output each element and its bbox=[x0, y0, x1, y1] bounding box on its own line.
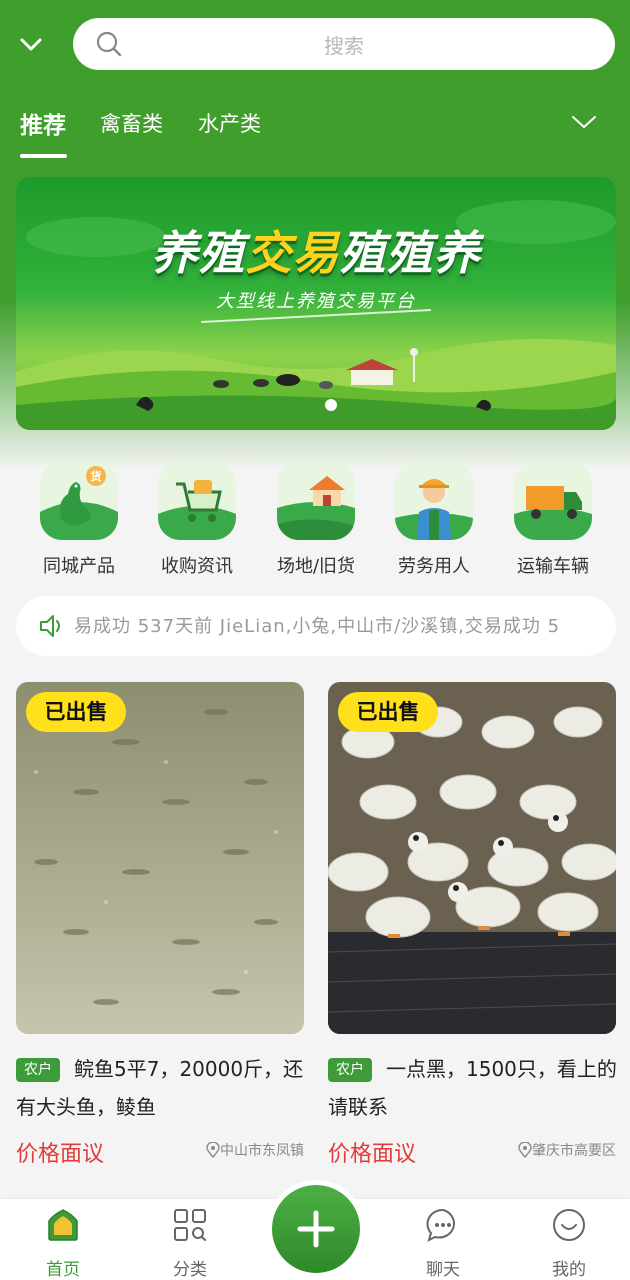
search-placeholder: 搜索 bbox=[324, 33, 364, 58]
goose-icon: 货 bbox=[40, 462, 118, 540]
quick-nav-label: 同城产品 bbox=[43, 556, 115, 577]
farmer-tag: 农户 bbox=[328, 1058, 372, 1082]
tab-aquatic[interactable]: 水产类 bbox=[198, 108, 261, 138]
promo-banner[interactable]: 养殖交易殖殖养 大型线上养殖交易平台 bbox=[16, 177, 616, 430]
nav-category[interactable]: 分类 bbox=[145, 1207, 235, 1280]
truck-icon bbox=[514, 462, 592, 540]
plus-icon bbox=[297, 1210, 335, 1248]
transaction-ticker[interactable]: 易成功 537天前 JieLian,小兔,中山市/沙溪镇,交易成功 5 bbox=[16, 596, 616, 656]
listing-card[interactable]: 已出售 农户 一点黑，1500只，看上的请联系 价格面议 肇庆市高要区 bbox=[328, 682, 617, 1172]
quick-nav-venue-secondhand[interactable]: 场地/旧货 bbox=[256, 462, 376, 578]
chevron-down-icon bbox=[20, 38, 42, 51]
nav-chat[interactable]: 聊天 bbox=[398, 1207, 488, 1280]
nav-label: 聊天 bbox=[426, 1260, 460, 1280]
location-pin-icon bbox=[518, 1142, 532, 1158]
search-icon bbox=[96, 31, 122, 57]
quick-nav-badge: 货 bbox=[90, 470, 102, 483]
nav-home[interactable]: 首页 bbox=[18, 1207, 108, 1280]
collapse-button[interactable] bbox=[14, 28, 48, 62]
sold-badge: 已出售 bbox=[338, 692, 438, 732]
chat-icon bbox=[426, 1208, 455, 1242]
quick-nav-local-products[interactable]: 货 同城产品 bbox=[19, 462, 139, 578]
category-tabs: 推荐 禽畜类 水产类 bbox=[0, 100, 630, 166]
speaker-icon bbox=[40, 615, 60, 637]
listing-card[interactable]: 已出售 农户 鲩鱼5平7，20000斤，还有大头鱼，鲮鱼 价格面议 中山市东凤镇 bbox=[16, 682, 304, 1172]
chevron-down-icon bbox=[572, 116, 596, 128]
publish-button[interactable] bbox=[272, 1185, 360, 1273]
tab-livestock[interactable]: 禽畜类 bbox=[100, 108, 163, 138]
farmer-tag: 农户 bbox=[16, 1058, 60, 1082]
nav-label: 我的 bbox=[552, 1260, 586, 1280]
carousel-indicator[interactable] bbox=[325, 399, 337, 411]
tabs-expand-button[interactable] bbox=[570, 108, 598, 136]
listing-title: 农户 鲩鱼5平7，20000斤，还有大头鱼，鲮鱼 bbox=[16, 1057, 304, 1119]
nav-profile[interactable]: 我的 bbox=[524, 1207, 614, 1280]
grid-icon bbox=[174, 1209, 206, 1241]
house-icon bbox=[277, 462, 355, 540]
banner-subtitle: 大型线上养殖交易平台 bbox=[216, 291, 416, 312]
quick-nav-label: 运输车辆 bbox=[517, 556, 589, 577]
quick-nav: 货 同城产品 收购资讯 场地/旧货 劳务用人 运输车辆 bbox=[0, 462, 630, 582]
listing-title: 农户 一点黑，1500只，看上的请联系 bbox=[328, 1057, 617, 1119]
tab-active-indicator bbox=[20, 154, 67, 158]
quick-nav-label: 场地/旧货 bbox=[276, 556, 356, 577]
ticker-text: 易成功 537天前 JieLian,小兔,中山市/沙溪镇,交易成功 5 bbox=[74, 616, 561, 637]
nav-label: 首页 bbox=[46, 1260, 80, 1280]
profile-icon bbox=[553, 1209, 585, 1241]
quick-nav-label: 劳务用人 bbox=[398, 556, 470, 577]
cart-icon bbox=[158, 462, 236, 540]
listing-photo: 已出售 bbox=[16, 682, 304, 1034]
listing-price: 价格面议 bbox=[16, 1142, 105, 1167]
location-pin-icon bbox=[206, 1142, 220, 1158]
listing-price: 价格面议 bbox=[328, 1142, 417, 1167]
tab-recommend[interactable]: 推荐 bbox=[20, 106, 66, 140]
search-input[interactable]: 搜索 bbox=[73, 18, 615, 70]
banner-title: 养殖交易殖殖养 bbox=[151, 226, 481, 280]
header: 搜索 bbox=[0, 0, 630, 90]
sold-badge: 已出售 bbox=[26, 692, 126, 732]
listing-location: 肇庆市高要区 bbox=[518, 1140, 616, 1160]
nav-label: 分类 bbox=[173, 1260, 207, 1280]
quick-nav-purchase-info[interactable]: 收购资讯 bbox=[137, 462, 257, 578]
worker-icon bbox=[395, 462, 473, 540]
listing-location: 中山市东凤镇 bbox=[206, 1140, 304, 1160]
listing-photo: 已出售 bbox=[328, 682, 616, 1034]
quick-nav-labor-hiring[interactable]: 劳务用人 bbox=[374, 462, 494, 578]
quick-nav-transport-vehicles[interactable]: 运输车辆 bbox=[493, 462, 613, 578]
home-icon bbox=[48, 1209, 78, 1241]
quick-nav-label: 收购资讯 bbox=[161, 556, 233, 577]
